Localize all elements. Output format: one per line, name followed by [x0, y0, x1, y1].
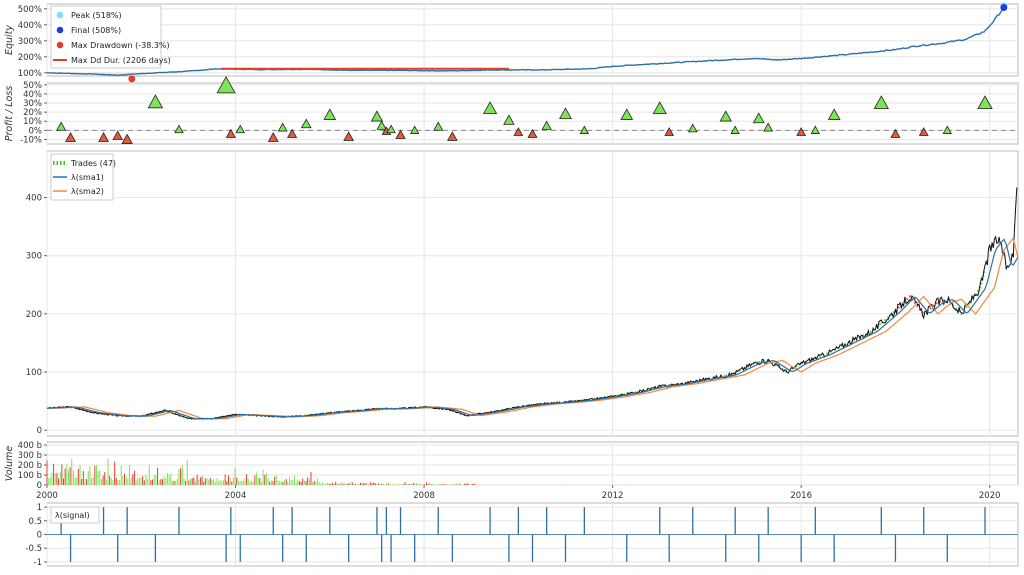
- price-axis-tick-label: 0: [37, 426, 42, 436]
- price-axis-tick-label: 300: [26, 252, 42, 262]
- pnl-axis-tick-label: -10%: [20, 135, 42, 145]
- volume-axis-tick-label: 100 b: [18, 471, 42, 481]
- x-axis-tick-label: 2016: [790, 491, 812, 501]
- equity-legend-label: Final (508%): [71, 26, 121, 35]
- signal-legend: λ(signal): [51, 507, 99, 523]
- pnl-axis-ylabel: Profit / Loss: [4, 86, 15, 142]
- signal-axis-tick-label: -1: [34, 558, 42, 568]
- equity-axis-tick-label: 200%: [18, 53, 42, 63]
- equity-axis-ylabel: Equity: [4, 25, 15, 55]
- x-axis-tick-label: 2004: [225, 491, 247, 501]
- price-axis-tick-label: 400: [26, 194, 42, 204]
- backtest-chart: 100%200%300%400%500%EquityPeak (518%)Fin…: [0, 0, 1024, 571]
- signal-axis-tick-label: -0.5: [25, 544, 42, 554]
- x-axis-tick-label: 2020: [979, 491, 1001, 501]
- signal-legend-label: λ(signal): [55, 511, 90, 520]
- signal-axis-tick-label: 0: [37, 531, 42, 541]
- signal-axis-tick-label: 0.5: [28, 517, 42, 527]
- equity-legend-marker: [57, 27, 64, 34]
- pnl-axis-tick-label: 50%: [23, 81, 42, 91]
- volume-axis-tick-label: 0: [37, 481, 42, 491]
- x-axis-tick-label: 2012: [602, 491, 624, 501]
- equity-legend-marker: [57, 12, 64, 19]
- equity-legend: Peak (518%) Final (508%) Max Drawdown (-38…: [51, 6, 171, 68]
- volume-axis-tick-label: 400 b: [18, 441, 42, 451]
- backtest-chart-svg: 100%200%300%400%500%EquityPeak (518%)Fin…: [0, 0, 1024, 571]
- equity-legend-marker: [57, 42, 64, 49]
- price-legend-label: λ(sma2): [71, 187, 104, 196]
- equity-axis-tick-label: 300%: [18, 37, 42, 47]
- equity-legend-label: Peak (518%): [71, 11, 122, 20]
- equity-axis-tick-label: 400%: [18, 21, 42, 31]
- price-axis-tick-label: 100: [26, 368, 42, 378]
- equity-legend-label: Max Drawdown (-38.3%): [71, 41, 170, 50]
- signal-axis-tick-label: 1: [37, 503, 42, 513]
- volume-axis-tick-label: 200 b: [18, 461, 42, 471]
- x-axis-tick-label: 2008: [413, 491, 435, 501]
- price-legend-label: λ(sma1): [71, 173, 104, 182]
- pnl-axis-tick-label: 20%: [23, 108, 42, 118]
- price-legend-label: Trades (47): [70, 159, 116, 168]
- equity-panel-frame: [47, 4, 1018, 76]
- pnl-axis-tick-label: 0%: [29, 126, 43, 136]
- volume-axis-tick-label: 300 b: [18, 451, 42, 461]
- price-panel-frame: [47, 151, 1018, 436]
- max-drawdown-point: [128, 75, 135, 82]
- pnl-axis-tick-label: 40%: [23, 90, 42, 100]
- x-axis-tick-label: 2000: [36, 491, 58, 501]
- final-point: [1000, 4, 1007, 11]
- pnl-axis-tick-label: 10%: [23, 117, 42, 127]
- chart-panels: 100%200%300%400%500%EquityPeak (518%)Fin…: [4, 2, 1018, 567]
- equity-legend-label: Max Dd Dur. (2206 days): [71, 56, 171, 65]
- volume-axis-ylabel: Volume: [4, 446, 15, 482]
- equity-axis-tick-label: 500%: [18, 5, 42, 15]
- equity-axis-tick-label: 100%: [18, 69, 42, 79]
- price-axis-tick-label: 200: [26, 310, 42, 320]
- pnl-axis-tick-label: 30%: [23, 99, 42, 109]
- price-legend: Trades (47) λ(sma1) λ(sma2): [51, 154, 116, 200]
